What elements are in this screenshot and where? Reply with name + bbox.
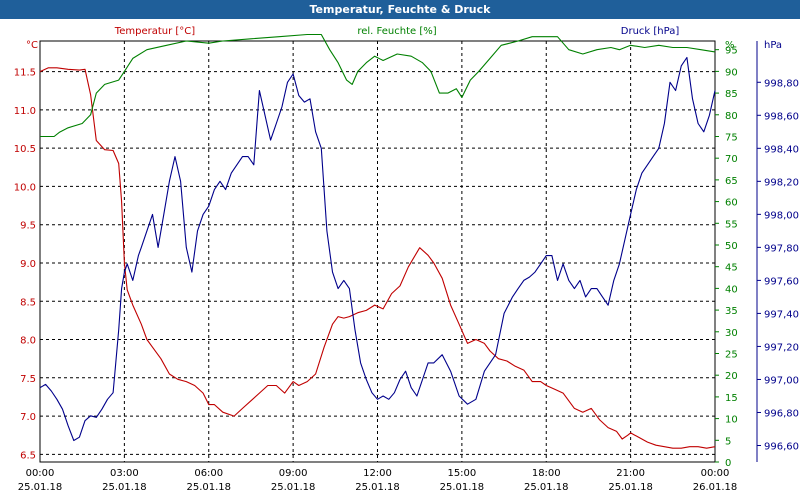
mid-axis-tick-label: 30 [725, 328, 738, 339]
mid-axis-tick-label: 90 [725, 67, 738, 78]
x-tick-time-label: 03:00 [110, 468, 139, 479]
x-tick-date-label: 25.01.18 [102, 482, 147, 493]
mid-axis-tick-label: 60 [725, 198, 738, 209]
right-axis-tick-label: 997,80 [764, 243, 799, 254]
mid-axis-tick-label: 25 [725, 349, 738, 360]
right-axis-tick-label: 996,80 [764, 408, 799, 419]
left-axis-tick-label: 9.0 [20, 259, 36, 270]
mid-axis-unit: % [725, 40, 735, 51]
x-tick-time-label: 15:00 [447, 468, 476, 479]
mid-axis-tick-label: 70 [725, 154, 738, 165]
left-axis-tick-label: 6.5 [20, 450, 36, 461]
mid-axis-tick-label: 5 [725, 436, 731, 447]
x-tick-date-label: 25.01.18 [186, 482, 231, 493]
left-axis-tick-label: 7.0 [20, 412, 36, 423]
right-axis-unit: hPa [764, 40, 782, 51]
mid-axis-tick-label: 85 [725, 89, 738, 100]
x-tick-time-label: 06:00 [194, 468, 223, 479]
right-axis-tick-label: 998,20 [764, 177, 799, 188]
x-tick-date-label: 25.01.18 [524, 482, 569, 493]
chart-window: Temperatur, Feuchte & Druck 00:00 25.01.1… [0, 0, 800, 500]
left-axis-tick-label: 7.5 [20, 374, 36, 385]
mid-axis-tick-label: 50 [725, 241, 738, 252]
left-axis-tick-label: 9.5 [20, 221, 36, 232]
mid-axis-tick-label: 15 [725, 393, 738, 404]
left-axis-unit: °C [26, 40, 38, 51]
x-tick-date-label: 25.01.18 [18, 482, 63, 493]
right-axis-tick-label: 997,40 [764, 309, 799, 320]
right-axis-tick-label: 998,00 [764, 210, 799, 221]
x-tick-date-label: 25.01.18 [440, 482, 485, 493]
mid-axis-tick-label: 45 [725, 263, 738, 274]
mid-axis-tick-label: 40 [725, 284, 738, 295]
mid-axis-tick-label: 35 [725, 306, 738, 317]
left-axis-tick-label: 8.5 [20, 297, 36, 308]
pressure-header: Druck [hPa] [621, 26, 680, 37]
temperature-header: Temperatur [°C] [114, 26, 195, 37]
mid-axis-tick-label: 65 [725, 176, 738, 187]
left-axis-tick-label: 10.5 [14, 144, 36, 155]
mid-axis-tick-label: 55 [725, 219, 738, 230]
right-axis-tick-label: 997,60 [764, 276, 799, 287]
x-tick-date-label: 25.01.18 [271, 482, 316, 493]
x-tick-time-label: 12:00 [363, 468, 392, 479]
right-axis-tick-label: 997,20 [764, 342, 799, 353]
x-tick-date-label: 25.01.18 [608, 482, 653, 493]
x-tick-time-label: 21:00 [616, 468, 645, 479]
x-tick-time-label: 00:00 [26, 468, 55, 479]
mid-axis-tick-label: 75 [725, 132, 738, 143]
mid-axis-tick-label: 10 [725, 415, 738, 426]
right-axis-tick-label: 998,80 [764, 78, 799, 89]
mid-axis-tick-label: 80 [725, 111, 738, 122]
chart-canvas: 00:00 25.01.18 03:00 25.01.18 06:00 25.01.18 0… [14, 26, 799, 493]
right-axis-tick-label: 996,60 [764, 441, 799, 452]
x-tick-date-label: 26.01.18 [693, 482, 738, 493]
left-axis-tick-label: 11.5 [14, 68, 36, 79]
mid-axis-tick-label: 0 [725, 458, 731, 469]
x-tick-time-label: 00:00 [701, 468, 730, 479]
mid-axis-tick-label: 20 [725, 371, 738, 382]
x-tick-time-label: 18:00 [532, 468, 561, 479]
x-tick-time-label: 09:00 [279, 468, 308, 479]
right-axis-tick-label: 998,40 [764, 144, 799, 155]
x-tick-date-label: 25.01.18 [355, 482, 400, 493]
humidity-header: rel. Feuchte [%] [357, 26, 436, 37]
left-axis-tick-label: 10.0 [14, 182, 36, 193]
right-axis-tick-label: 998,60 [764, 111, 799, 122]
left-axis-tick-label: 8.0 [20, 336, 36, 347]
right-axis-tick-label: 997,00 [764, 375, 799, 386]
left-axis-tick-label: 11.0 [14, 106, 36, 117]
